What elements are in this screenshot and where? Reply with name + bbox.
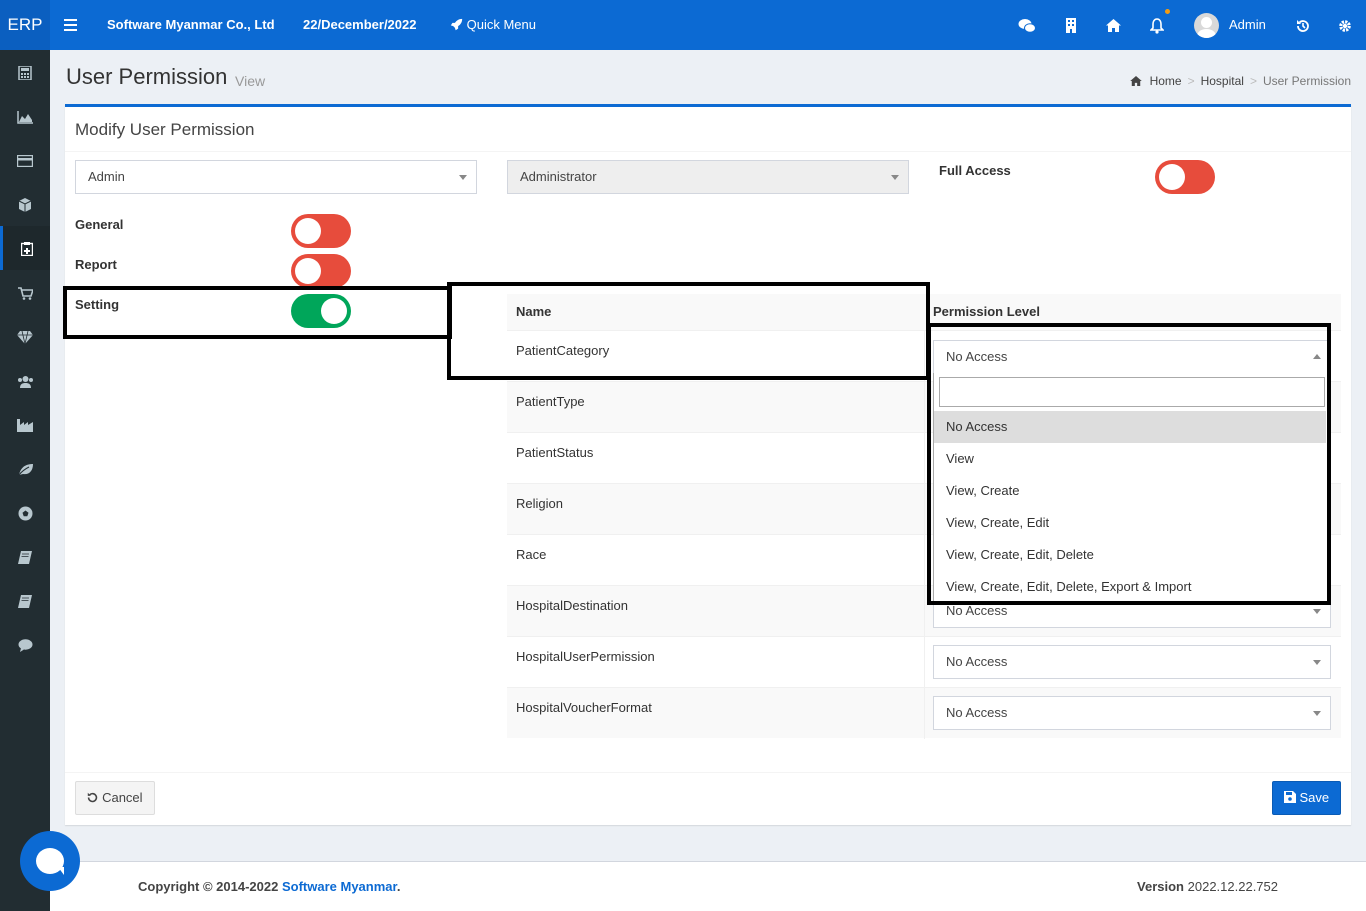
- floppy-disk-icon: [1283, 791, 1296, 803]
- quick-menu-label: Quick Menu: [466, 17, 536, 32]
- row-name: HospitalDestination: [516, 598, 629, 613]
- annotation-dropdown: [927, 323, 1331, 605]
- row-name: Race: [516, 547, 547, 562]
- industry-icon[interactable]: [0, 402, 50, 446]
- report-label: Report: [75, 257, 117, 272]
- user-avatar[interactable]: [1194, 13, 1219, 38]
- chevron-down-icon: [1313, 609, 1321, 614]
- cube-icon[interactable]: [0, 182, 50, 226]
- diamond-icon[interactable]: [0, 314, 50, 358]
- cancel-button[interactable]: Cancel: [75, 781, 155, 815]
- general-toggle[interactable]: [291, 214, 351, 248]
- annotation-patient-category: [447, 282, 930, 380]
- top-navbar: ERP Software Myanmar Co., Ltd 22/Decembe…: [0, 0, 1366, 50]
- save-button[interactable]: Save: [1272, 781, 1341, 815]
- calculator-icon[interactable]: [0, 50, 50, 94]
- chevron-down-icon: [1313, 660, 1321, 665]
- permission-level-value: No Access: [946, 705, 1008, 720]
- permission-level-value: No Access: [946, 603, 1008, 618]
- rocket-icon: [450, 18, 463, 31]
- home-icon[interactable]: [1106, 0, 1121, 50]
- chevron-down-icon: [891, 175, 899, 180]
- soccer-ball-icon[interactable]: [0, 490, 50, 534]
- breadcrumb-home[interactable]: Home: [1150, 74, 1182, 88]
- cancel-label: Cancel: [102, 790, 143, 805]
- copyright-text: Copyright © 2014-2022: [138, 879, 279, 894]
- chevron-down-icon: [1313, 711, 1321, 716]
- wechat-icon[interactable]: [1018, 0, 1036, 50]
- chevron-down-icon: [459, 175, 467, 180]
- quick-menu-button[interactable]: Quick Menu: [450, 0, 536, 50]
- sidebar-item-hospital[interactable]: [0, 226, 50, 270]
- leaf-icon[interactable]: [0, 446, 50, 490]
- gear-icon[interactable]: [1338, 0, 1352, 50]
- sidebar: [0, 50, 50, 911]
- area-chart-icon[interactable]: [0, 94, 50, 138]
- credit-card-icon[interactable]: [0, 138, 50, 182]
- shopping-cart-icon[interactable]: [0, 270, 50, 314]
- save-label: Save: [1299, 790, 1330, 805]
- full-access-label: Full Access: [939, 163, 1011, 178]
- row-name: HospitalUserPermission: [516, 649, 655, 664]
- menu-toggle-icon[interactable]: [64, 0, 80, 50]
- version: Version 2022.12.22.752: [1137, 879, 1278, 894]
- footer: Copyright © 2014-2022 Software Myanmar. …: [50, 861, 1366, 911]
- role-select: Administrator: [507, 160, 909, 194]
- home-icon: [1130, 76, 1142, 86]
- box-title: Modify User Permission: [75, 120, 255, 139]
- table-row: HospitalVoucherFormat No Access: [507, 687, 1341, 739]
- breadcrumb-current: User Permission: [1262, 74, 1351, 88]
- general-label: General: [75, 217, 124, 232]
- user-select[interactable]: Admin: [75, 160, 477, 194]
- page-title: User Permission: [66, 64, 228, 89]
- notification-dot: [1165, 9, 1170, 14]
- chat-widget-button[interactable]: [20, 831, 80, 891]
- permission-level-select[interactable]: No Access: [933, 645, 1331, 679]
- page-subtitle: View: [235, 73, 266, 89]
- breadcrumb-hospital[interactable]: Hospital: [1201, 74, 1244, 88]
- building-icon[interactable]: [1065, 0, 1077, 50]
- users-icon[interactable]: [0, 358, 50, 402]
- user-select-value: Admin: [88, 169, 125, 184]
- full-access-toggle[interactable]: [1155, 160, 1215, 194]
- copyright: Copyright © 2014-2022 Software Myanmar.: [138, 879, 401, 894]
- version-number: 2022.12.22.752: [1187, 879, 1278, 894]
- history-icon[interactable]: [1296, 0, 1310, 50]
- user-name[interactable]: Admin: [1229, 0, 1266, 50]
- row-name: HospitalVoucherFormat: [516, 700, 652, 715]
- bell-icon[interactable]: [1149, 0, 1165, 50]
- row-name: PatientStatus: [516, 445, 594, 460]
- row-name: Religion: [516, 496, 563, 511]
- table-row: HospitalUserPermission No Access: [507, 636, 1341, 688]
- breadcrumb: Home > Hospital > User Permission: [1130, 74, 1351, 88]
- permission-level-select[interactable]: No Access: [933, 696, 1331, 730]
- clipboard-icon: [20, 242, 33, 257]
- role-select-value: Administrator: [520, 169, 597, 184]
- undo-icon: [88, 792, 98, 803]
- company-name[interactable]: Software Myanmar Co., Ltd: [107, 0, 275, 50]
- annotation-setting: [63, 286, 452, 339]
- book-icon[interactable]: [0, 534, 50, 578]
- row-name: PatientType: [516, 394, 585, 409]
- version-label: Version: [1137, 879, 1184, 894]
- report-toggle[interactable]: [291, 254, 351, 288]
- current-date: 22/December/2022: [303, 17, 417, 32]
- permission-level-value: No Access: [946, 654, 1008, 669]
- erp-logo[interactable]: ERP: [0, 0, 50, 50]
- company-link[interactable]: Software Myanmar: [282, 879, 397, 894]
- book-alt-icon[interactable]: [0, 578, 50, 622]
- comment-icon[interactable]: [0, 622, 50, 666]
- header-permission-level: Permission Level: [933, 304, 1040, 319]
